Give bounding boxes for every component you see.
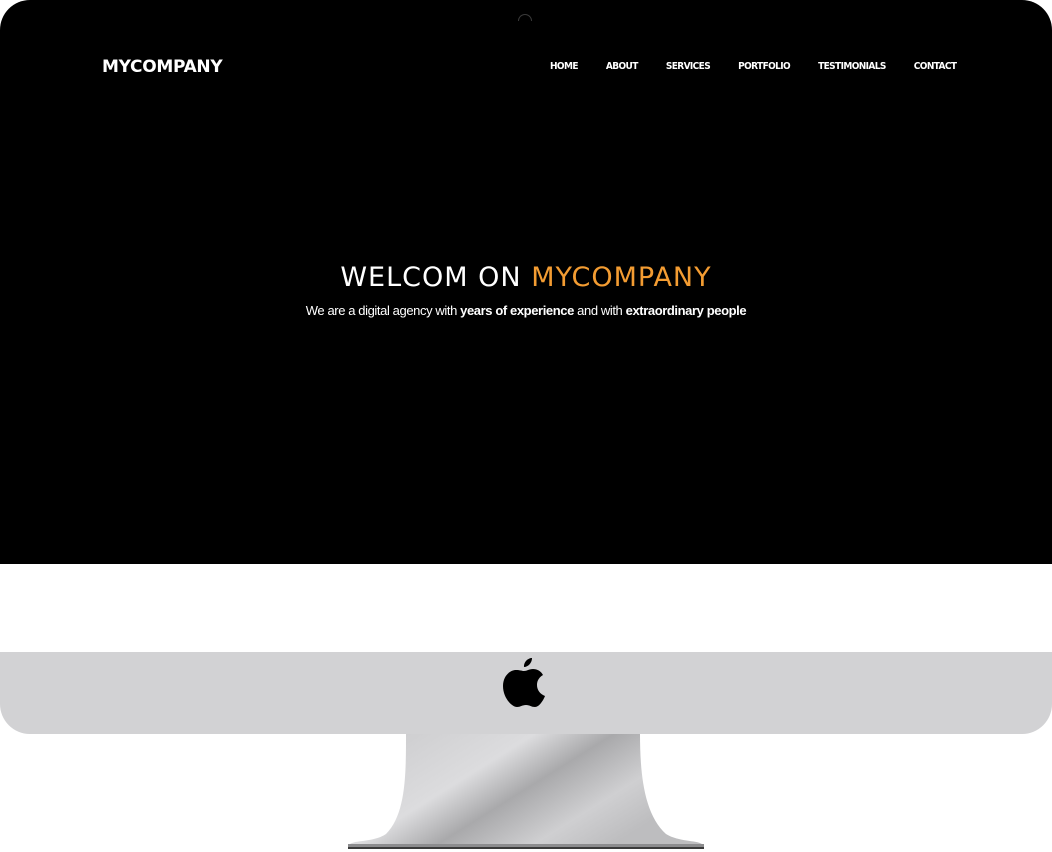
hero-sub-text-2: and with — [573, 303, 626, 318]
nav-item-portfolio[interactable]: PORTFOLIO — [738, 61, 791, 72]
camera-icon — [518, 14, 532, 21]
hero-section: WELCOM ON MYCOMPANY We are a digital age… — [0, 262, 1052, 318]
nav-item-contact[interactable]: CONTACT — [914, 61, 957, 72]
hero-sub-bold-1: years of experience — [460, 303, 574, 318]
hero-title-accent: MYCOMPANY — [531, 262, 712, 293]
apple-icon — [503, 658, 545, 707]
nav-item-about[interactable]: ABOUT — [606, 61, 639, 72]
hero-subtitle: We are a digital agency with years of ex… — [0, 303, 1052, 318]
nav-item-testimonials[interactable]: TESTIMONIALS — [818, 61, 886, 72]
main-nav: HOME ABOUT SERVICES PORTFOLIO TESTIMONIA… — [550, 61, 957, 72]
nav-item-home[interactable]: HOME — [550, 61, 578, 72]
hero-title: WELCOM ON MYCOMPANY — [0, 262, 1052, 293]
monitor-stand — [348, 734, 704, 849]
website-screen: MYCOMPANY HOME ABOUT SERVICES PORTFOLIO … — [0, 0, 1052, 564]
hero-title-text: WELCOM ON — [340, 262, 532, 293]
nav-item-services[interactable]: SERVICES — [666, 61, 711, 72]
monitor-bezel: MYCOMPANY HOME ABOUT SERVICES PORTFOLIO … — [0, 0, 1052, 734]
hero-sub-bold-2: extraordinary people — [625, 303, 747, 318]
brand-logo[interactable]: MYCOMPANY — [102, 57, 223, 77]
imac-mockup: MYCOMPANY HOME ABOUT SERVICES PORTFOLIO … — [0, 0, 1052, 852]
hero-sub-text-1: We are a digital agency with — [305, 303, 461, 318]
